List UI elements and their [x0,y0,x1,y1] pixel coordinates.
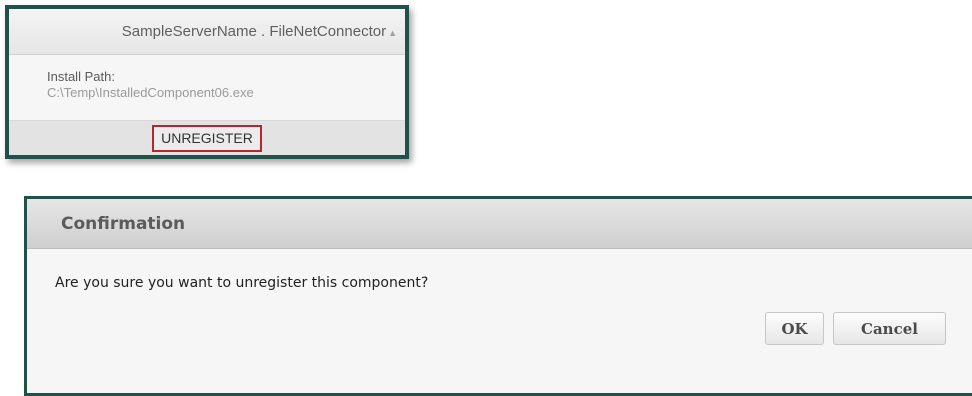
component-card-header[interactable]: SampleServerName . FileNetConnector ▲ [9,9,405,55]
component-title: SampleServerName . FileNetConnector [121,23,387,40]
unregister-button[interactable]: UNREGISTER [152,124,262,152]
component-card-footer: UNREGISTER [9,120,405,155]
ok-button[interactable]: OK [765,312,824,345]
install-path-value: C:\Temp\InstalledComponent06.exe [47,85,254,100]
dialog-message: Are you sure you want to unregister this… [55,275,429,291]
dialog-title: Confirmation [61,213,186,234]
component-card-body: Install Path: C:\Temp\InstalledComponent… [9,55,405,124]
cancel-button[interactable]: Cancel [833,312,946,345]
install-path-label: Install Path: [47,69,115,84]
collapse-caret-icon[interactable]: ▲ [388,28,397,38]
component-card: SampleServerName . FileNetConnector ▲ In… [5,5,409,159]
dialog-header: Confirmation [27,199,972,249]
confirmation-dialog: Confirmation Are you sure you want to un… [24,196,972,396]
